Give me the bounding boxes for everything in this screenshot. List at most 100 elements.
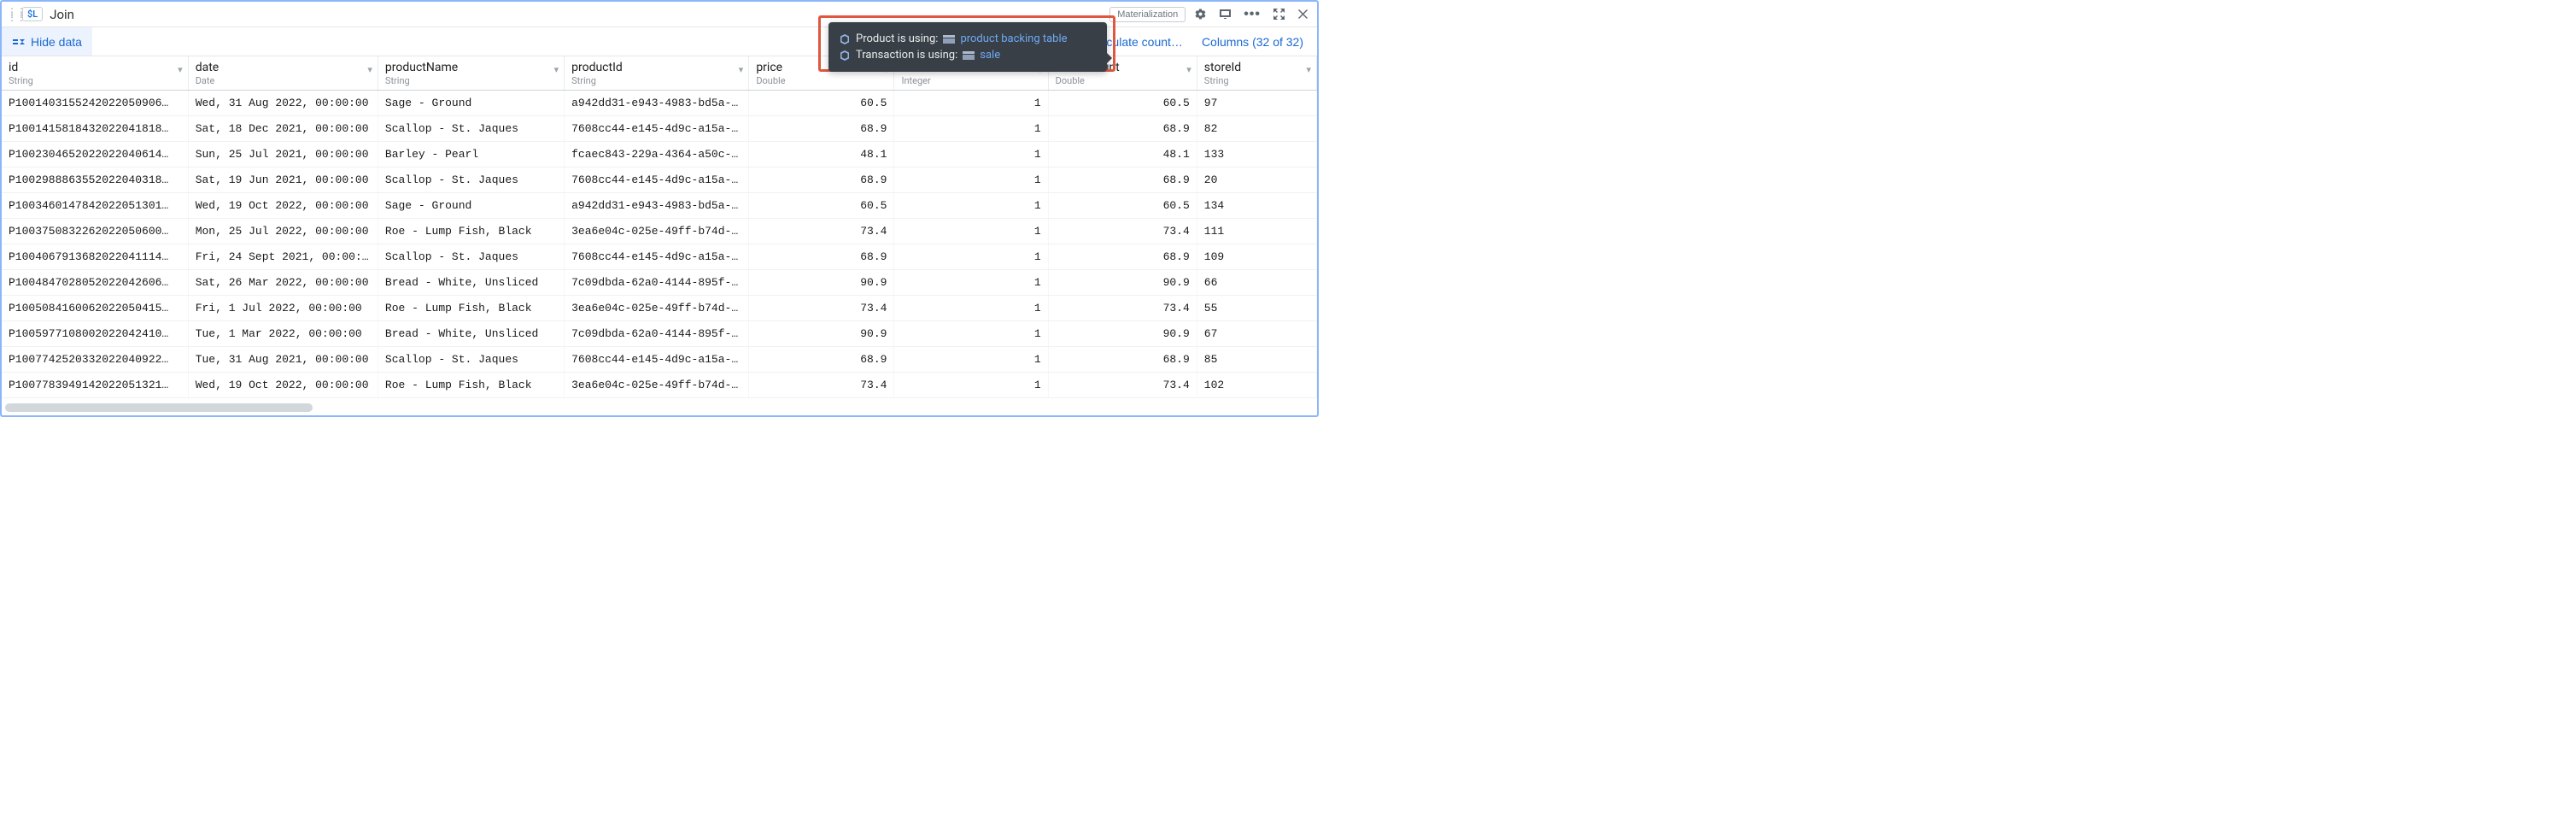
cell-storeId: 82	[1197, 116, 1316, 142]
cell-id: P1002988863552022040318…	[2, 168, 188, 193]
present-icon[interactable]	[1215, 4, 1235, 24]
cell-productId: 7608cc44-e145-4d9c-a15a-9…	[565, 168, 749, 193]
horizontal-scrollbar[interactable]	[5, 403, 313, 412]
table-icon	[943, 34, 955, 44]
gear-icon[interactable]	[1191, 4, 1210, 24]
column-header-storeId[interactable]: storeIdString▾	[1197, 56, 1316, 91]
tooltip-row-product: Product is using: product backing table	[839, 31, 1097, 47]
cell-storeId: 134	[1197, 193, 1316, 219]
column-header-date[interactable]: dateDate▾	[188, 56, 378, 91]
materialization-button[interactable]: Materialization	[1109, 7, 1186, 22]
cell-storeId: 20	[1197, 168, 1316, 193]
cell-date: Wed, 19 Oct 2022, 00:00:00	[188, 193, 378, 219]
cell-date: Fri, 1 Jul 2022, 00:00:00	[188, 296, 378, 321]
cell-date: Wed, 19 Oct 2022, 00:00:00	[188, 373, 378, 398]
cell-price: 90.9	[749, 321, 894, 347]
chevron-down-icon[interactable]: ▾	[367, 64, 372, 75]
drag-handle-icon[interactable]: ⋮⋮⋮⋮	[7, 9, 17, 20]
cell-price: 68.9	[749, 347, 894, 373]
cell-storeId: 102	[1197, 373, 1316, 398]
cell-saleAmount: 90.9	[1048, 270, 1197, 296]
cell-saleAmount: 68.9	[1048, 347, 1197, 373]
cell-productId: 7608cc44-e145-4d9c-a15a-9…	[565, 244, 749, 270]
cell-productId: 7608cc44-e145-4d9c-a15a-9…	[565, 347, 749, 373]
cell-productName: Barley - Pearl	[378, 142, 564, 168]
table-row[interactable]: P1005977108002022042410…Tue, 1 Mar 2022,…	[2, 321, 1317, 347]
cell-productName: Sage - Ground	[378, 193, 564, 219]
cell-productId: 3ea6e04c-025e-49ff-b74d-e…	[565, 219, 749, 244]
cell-saleAmount: 73.4	[1048, 373, 1197, 398]
product-backing-table-link[interactable]: product backing table	[960, 32, 1067, 45]
cell-price: 90.9	[749, 270, 894, 296]
more-menu-icon[interactable]: •••	[1240, 11, 1264, 18]
table-row[interactable]: P1003460147842022051301…Wed, 19 Oct 2022…	[2, 193, 1317, 219]
cell-productName: Bread - White, Unsliced	[378, 321, 564, 347]
cell-productName: Roe - Lump Fish, Black	[378, 296, 564, 321]
cell-productName: Scallop - St. Jaques	[378, 168, 564, 193]
cell-storeId: 85	[1197, 347, 1316, 373]
column-type: Double	[756, 75, 887, 86]
cell-productId: 7c09dbda-62a0-4144-895f-1…	[565, 321, 749, 347]
table-row[interactable]: P1003750832262022050600…Mon, 25 Jul 2022…	[2, 219, 1317, 244]
column-header-productName[interactable]: productNameString▾	[378, 56, 564, 91]
table-row[interactable]: P1004067913682022041114…Fri, 24 Sept 202…	[2, 244, 1317, 270]
cell-date: Tue, 1 Mar 2022, 00:00:00	[188, 321, 378, 347]
cell-price: 60.5	[749, 193, 894, 219]
table-row[interactable]: P1001403155242022050906…Wed, 31 Aug 2022…	[2, 91, 1317, 116]
cell-storeId: 133	[1197, 142, 1316, 168]
cell-id: P1001403155242022050906…	[2, 91, 188, 116]
columns-button[interactable]: Columns (32 of 32)	[1198, 35, 1307, 49]
table-row[interactable]: P1002304652022022040614…Sun, 25 Jul 2021…	[2, 142, 1317, 168]
cell-storeId: 66	[1197, 270, 1316, 296]
cell-numberOfItems: 1	[894, 244, 1048, 270]
cell-date: Mon, 25 Jul 2022, 00:00:00	[188, 219, 378, 244]
cell-numberOfItems: 1	[894, 91, 1048, 116]
cell-storeId: 67	[1197, 321, 1316, 347]
cell-price: 68.9	[749, 168, 894, 193]
cell-storeId: 97	[1197, 91, 1316, 116]
expand-icon[interactable]	[1269, 4, 1289, 24]
table-row[interactable]: P1001415818432022041818…Sat, 18 Dec 2021…	[2, 116, 1317, 142]
cell-storeId: 111	[1197, 219, 1316, 244]
cell-id: P1004847028052022042606…	[2, 270, 188, 296]
column-header-id[interactable]: idString▾	[2, 56, 188, 91]
cell-price: 68.9	[749, 244, 894, 270]
hide-data-button[interactable]: Hide data	[2, 27, 92, 56]
cell-numberOfItems: 1	[894, 219, 1048, 244]
close-icon[interactable]	[1294, 5, 1312, 23]
table-row[interactable]: P1007783949142022051321…Wed, 19 Oct 2022…	[2, 373, 1317, 398]
cell-saleAmount: 68.9	[1048, 168, 1197, 193]
cell-price: 48.1	[749, 142, 894, 168]
chevron-down-icon[interactable]: ▾	[1186, 64, 1191, 75]
cell-numberOfItems: 1	[894, 116, 1048, 142]
column-name: id	[9, 61, 181, 74]
cell-productId: a942dd31-e943-4983-bd5a-2…	[565, 193, 749, 219]
cell-id: P1005084160062022050415…	[2, 296, 188, 321]
cell-numberOfItems: 1	[894, 142, 1048, 168]
table-row[interactable]: P1002988863552022040318…Sat, 19 Jun 2021…	[2, 168, 1317, 193]
chevron-down-icon[interactable]: ▾	[1306, 64, 1311, 75]
chevron-down-icon[interactable]: ▾	[739, 64, 744, 75]
cell-productName: Bread - White, Unsliced	[378, 270, 564, 296]
chevron-down-icon[interactable]: ▾	[178, 64, 183, 75]
cube-icon	[839, 50, 851, 62]
cell-productName: Roe - Lump Fish, Black	[378, 219, 564, 244]
cell-price: 73.4	[749, 373, 894, 398]
column-header-productId[interactable]: productIdString▾	[565, 56, 749, 91]
column-name: date	[196, 61, 371, 74]
cell-storeId: 109	[1197, 244, 1316, 270]
column-type: String	[9, 75, 181, 86]
chevron-down-icon[interactable]: ▾	[554, 64, 559, 75]
table-row[interactable]: P1005084160062022050415…Fri, 1 Jul 2022,…	[2, 296, 1317, 321]
sale-link[interactable]: sale	[980, 49, 1000, 62]
cell-numberOfItems: 1	[894, 373, 1048, 398]
cell-price: 60.5	[749, 91, 894, 116]
cell-numberOfItems: 1	[894, 168, 1048, 193]
table-row[interactable]: P1004847028052022042606…Sat, 26 Mar 2022…	[2, 270, 1317, 296]
hide-data-icon	[12, 36, 26, 48]
cell-productName: Scallop - St. Jaques	[378, 116, 564, 142]
table-row[interactable]: P1007742520332022040922…Tue, 31 Aug 2021…	[2, 347, 1317, 373]
cell-productId: a942dd31-e943-4983-bd5a-2…	[565, 91, 749, 116]
sl-badge[interactable]: $L	[22, 7, 43, 21]
cell-numberOfItems: 1	[894, 296, 1048, 321]
